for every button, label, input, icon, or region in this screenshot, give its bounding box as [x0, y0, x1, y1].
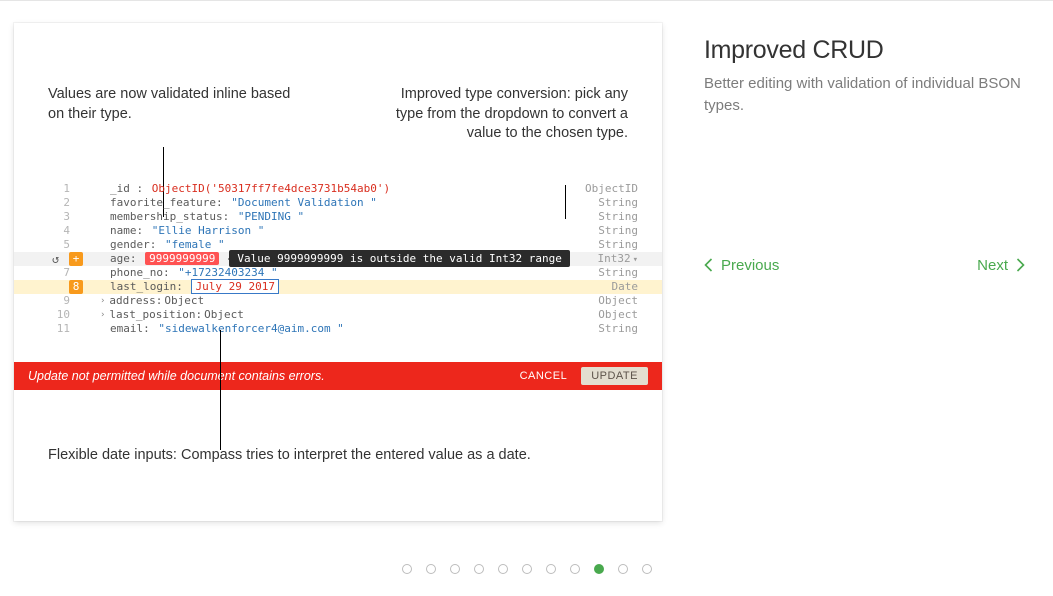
- field-type: ObjectID: [585, 182, 638, 195]
- pagination-dots: [0, 521, 1053, 579]
- doc-row: 4 name : "Ellie Harrison " String: [14, 224, 662, 238]
- pagination-dot[interactable]: [570, 564, 580, 574]
- pagination-dot[interactable]: [450, 564, 460, 574]
- doc-row: 7 phone_no : "+17232403234 " String: [14, 266, 662, 280]
- pagination-dot[interactable]: [402, 564, 412, 574]
- undo-icon[interactable]: ↺: [52, 252, 59, 266]
- callout-type-conversion: Improved type conversion: pick any type …: [378, 85, 628, 144]
- doc-row-error: ↺ + 6 age : 9999999999 Value 9999999999 …: [14, 252, 662, 266]
- line-number: 4: [14, 224, 80, 237]
- line-number: 1: [14, 182, 80, 195]
- field-value[interactable]: "Ellie Harrison ": [152, 224, 265, 237]
- error-message: Update not permitted while document cont…: [28, 369, 325, 383]
- next-button[interactable]: Next: [977, 257, 1025, 274]
- doc-row: 2 favorite_feature : "Document Validatio…: [14, 196, 662, 210]
- doc-row: 1 _id : ObjectID('50317ff7fe4dce3731b54a…: [14, 182, 662, 196]
- field-value: Object: [204, 308, 244, 321]
- doc-row: 3 membership_status : "PENDING " String: [14, 210, 662, 224]
- chevron-left-icon: [704, 258, 713, 272]
- pagination-dot[interactable]: [498, 564, 508, 574]
- line-number: 10: [14, 308, 80, 321]
- connector-line: [220, 330, 221, 450]
- field-type: Date: [612, 280, 639, 293]
- field-value[interactable]: "Document Validation ": [231, 196, 377, 209]
- field-key: phone_no: [110, 266, 163, 279]
- cancel-button[interactable]: CANCEL: [520, 370, 568, 382]
- field-key: _id: [110, 182, 130, 195]
- line-number: 7: [14, 266, 80, 279]
- pagination-dot[interactable]: [474, 564, 484, 574]
- doc-row: 10 › last_position : Object Object: [14, 308, 662, 322]
- field-type-dropdown[interactable]: Int32▾: [597, 252, 638, 265]
- line-number: 9: [14, 294, 80, 307]
- field-value-date-input[interactable]: July 29 2017: [191, 279, 278, 294]
- feature-subtitle: Better editing with validation of indivi…: [704, 73, 1025, 117]
- chevron-right-icon: [1016, 258, 1025, 272]
- doc-row-edited: 8 last_login : July 29 2017 Date: [14, 280, 662, 294]
- line-number: 11: [14, 322, 80, 335]
- pagination-dot[interactable]: [426, 564, 436, 574]
- field-key: address: [109, 294, 155, 307]
- validation-tooltip: Value 9999999999 is outside the valid In…: [229, 250, 570, 267]
- line-number: 2: [14, 196, 80, 209]
- previous-button[interactable]: Previous: [704, 257, 779, 274]
- doc-row: 9 › address : Object Object: [14, 294, 662, 308]
- doc-row: 11 email : "sidewalkenforcer4@aim.com " …: [14, 322, 662, 336]
- callout-date-input: Flexible date inputs: Compass tries to i…: [14, 390, 662, 466]
- field-type: String: [598, 210, 638, 223]
- field-key: last_login: [110, 280, 176, 293]
- update-button[interactable]: UPDATE: [581, 367, 648, 385]
- field-value-invalid[interactable]: 9999999999: [145, 252, 219, 265]
- field-key: email: [110, 322, 143, 335]
- field-type: Object: [598, 294, 638, 307]
- feature-sidebar: Improved CRUD Better editing with valida…: [662, 23, 1025, 521]
- field-type: String: [598, 266, 638, 279]
- field-type: String: [598, 196, 638, 209]
- callout-validation: Values are now validated inline based on…: [48, 85, 308, 144]
- field-key: age: [110, 252, 130, 265]
- field-value[interactable]: "+17232403234 ": [178, 266, 277, 279]
- feature-card: Values are now validated inline based on…: [14, 23, 662, 521]
- field-value: ObjectID('50317ff7fe4dce3731b54ab0'): [152, 182, 390, 195]
- add-field-icon[interactable]: +: [69, 252, 83, 266]
- pagination-dot[interactable]: [618, 564, 628, 574]
- document-editor: 1 _id : ObjectID('50317ff7fe4dce3731b54a…: [14, 182, 662, 336]
- line-number: 3: [14, 210, 80, 223]
- field-key: last_position: [109, 308, 195, 321]
- field-type: Object: [598, 308, 638, 321]
- error-bar: Update not permitted while document cont…: [14, 362, 662, 390]
- field-key: favorite_feature: [110, 196, 216, 209]
- field-value[interactable]: "PENDING ": [238, 210, 304, 223]
- line-number-edited: 8: [69, 280, 83, 294]
- field-key: membership_status: [110, 210, 223, 223]
- field-type: String: [598, 322, 638, 335]
- field-type: String: [598, 224, 638, 237]
- expand-caret-icon[interactable]: ›: [100, 296, 105, 306]
- pagination-dot[interactable]: [642, 564, 652, 574]
- field-key: name: [110, 224, 137, 237]
- pagination-dot[interactable]: [522, 564, 532, 574]
- feature-title: Improved CRUD: [704, 36, 1025, 65]
- chevron-down-icon: ▾: [633, 255, 638, 265]
- pagination-dot[interactable]: [594, 564, 604, 574]
- field-value[interactable]: "sidewalkenforcer4@aim.com ": [158, 322, 343, 335]
- pagination-dot[interactable]: [546, 564, 556, 574]
- expand-caret-icon[interactable]: ›: [100, 310, 105, 320]
- field-value: Object: [164, 294, 204, 307]
